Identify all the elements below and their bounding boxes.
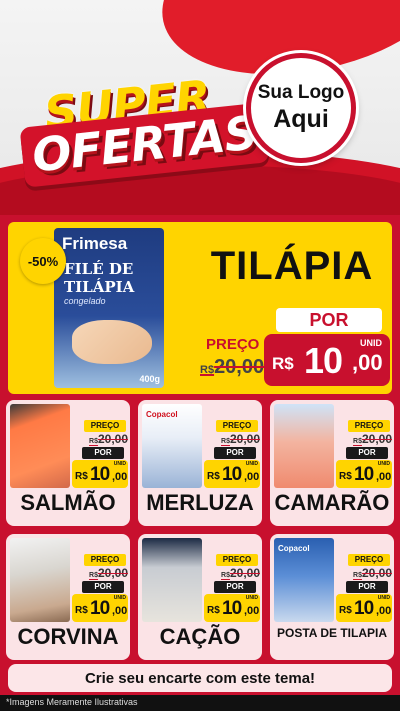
product-name: CORVINA: [17, 624, 119, 649]
preco-label: PREÇO: [348, 420, 390, 432]
package-text: TILÁPIA: [64, 278, 135, 296]
unit-label: UNID: [377, 595, 390, 601]
price-cents: ,00: [376, 605, 392, 617]
new-price: UNID R$ 10 ,00: [264, 334, 390, 386]
product-card-corvina[interactable]: PREÇO R$20,00 POR UNID R$ 10 ,00 CORVINA: [6, 534, 130, 660]
salmon-image: [10, 404, 70, 488]
currency-symbol: R$: [207, 471, 220, 482]
por-label: POR: [346, 447, 388, 459]
currency-symbol: R$: [272, 354, 294, 373]
product-name: SALMÃO: [20, 490, 116, 515]
new-price: UNID R$ 10 ,00: [72, 594, 128, 622]
price-integer: 10: [222, 598, 242, 619]
shrimp-package-image: [274, 404, 334, 488]
logo-placeholder[interactable]: Sua Logo Aqui: [246, 53, 356, 163]
product-name: CAÇÃO: [159, 624, 241, 649]
package-weight: 400g: [139, 374, 160, 384]
price-cents: ,00: [352, 350, 383, 375]
old-price: R$20,00: [353, 566, 392, 580]
package-brand: Frimesa: [62, 234, 128, 253]
product-card-cacao[interactable]: PREÇO R$20,00 POR UNID R$ 10 ,00 CAÇÃO: [138, 534, 262, 660]
currency-symbol: R$: [207, 605, 220, 616]
preco-label: PREÇO: [216, 554, 258, 566]
new-price: UNID R$ 10 ,00: [72, 460, 128, 488]
preco-label: PREÇO: [84, 420, 126, 432]
old-price: R$20,00: [200, 356, 265, 378]
product-card-merluza[interactable]: Copacol PREÇO R$20,00 POR UNID R$ 10 ,00…: [138, 400, 262, 526]
unit-label: UNID: [377, 461, 390, 467]
product-card-posta-tilapia[interactable]: Copacol PREÇO R$20,00 POR UNID R$ 10 ,00…: [270, 534, 394, 660]
por-label: POR: [214, 581, 256, 593]
preco-label: PREÇO: [348, 554, 390, 566]
old-price: R$20,00: [89, 432, 128, 446]
package-brand: Copacol: [146, 410, 178, 419]
product-name: CAMARÃO: [274, 490, 390, 515]
price-integer: 10: [90, 598, 110, 619]
price-integer: 10: [354, 464, 374, 485]
unit-label: UNID: [360, 338, 382, 348]
discount-badge: -50%: [20, 238, 66, 284]
price-integer: 10: [90, 464, 110, 485]
por-label: POR: [82, 447, 124, 459]
price-cents: ,00: [112, 605, 128, 617]
por-label: POR: [346, 581, 388, 593]
price-integer: 10: [354, 598, 374, 619]
fish-fillet-image: [72, 320, 152, 364]
unit-label: UNID: [245, 461, 258, 467]
posta-tilapia-package-image: Copacol: [274, 538, 334, 622]
preco-label: PREÇO: [84, 554, 126, 566]
new-price: UNID R$ 10 ,00: [204, 460, 260, 488]
disclaimer-text: *Imagens Meramente Ilustrativas: [6, 697, 138, 707]
logo-text-line1: Sua Logo: [257, 82, 345, 103]
price-cents: ,00: [244, 605, 260, 617]
currency-symbol: R$: [339, 471, 352, 482]
price-cents: ,00: [376, 471, 392, 483]
old-price: R$20,00: [221, 566, 260, 580]
currency-symbol: R$: [75, 471, 88, 482]
package-text: congelado: [64, 296, 106, 306]
preco-label: PREÇO: [206, 336, 260, 353]
unit-label: UNID: [113, 595, 126, 601]
por-label: POR: [276, 308, 382, 332]
unit-label: UNID: [245, 595, 258, 601]
currency-symbol: R$: [339, 605, 352, 616]
por-label: POR: [82, 581, 124, 593]
price-cents: ,00: [112, 471, 128, 483]
header-banner: SUPER OFERTAS Sua Logo Aqui: [0, 0, 400, 215]
old-price: R$20,00: [89, 566, 128, 580]
price-integer: 10: [222, 464, 242, 485]
featured-product-image: Frimesa FILÉ DE TILÁPIA congelado 400g: [54, 228, 164, 388]
create-flyer-cta[interactable]: Crie seu encarte com este tema!: [8, 664, 392, 692]
cacao-package-image: [142, 538, 202, 622]
product-card-camarao[interactable]: PREÇO R$20,00 POR UNID R$ 10 ,00 CAMARÃO: [270, 400, 394, 526]
featured-offer[interactable]: -50% Frimesa FILÉ DE TILÁPIA congelado 4…: [8, 222, 392, 394]
price-cents: ,00: [244, 471, 260, 483]
merluza-package-image: Copacol: [142, 404, 202, 488]
product-name: POSTA DE TILAPIA: [276, 626, 387, 640]
old-price: R$20,00: [221, 432, 260, 446]
product-name: MERLUZA: [146, 490, 254, 515]
corvina-package-image: [10, 538, 70, 622]
currency-symbol: R$: [75, 605, 88, 616]
new-price: UNID R$ 10 ,00: [204, 594, 260, 622]
package-text: FILÉ DE: [64, 260, 134, 278]
product-card-salmao[interactable]: PREÇO R$20,00 POR UNID R$ 10 ,00 SALMÃO: [6, 400, 130, 526]
package-brand: Copacol: [278, 544, 310, 553]
featured-product-name: TILÁPIA: [210, 244, 374, 288]
price-integer: 10: [304, 340, 343, 381]
product-grid: PREÇO R$20,00 POR UNID R$ 10 ,00 SALMÃO …: [6, 400, 394, 660]
logo-text-line2: Aqui: [273, 105, 329, 133]
por-label: POR: [214, 447, 256, 459]
preco-label: PREÇO: [216, 420, 258, 432]
new-price: UNID R$ 10 ,00: [336, 460, 392, 488]
new-price: UNID R$ 10 ,00: [336, 594, 392, 622]
unit-label: UNID: [113, 461, 126, 467]
old-price: R$20,00: [353, 432, 392, 446]
